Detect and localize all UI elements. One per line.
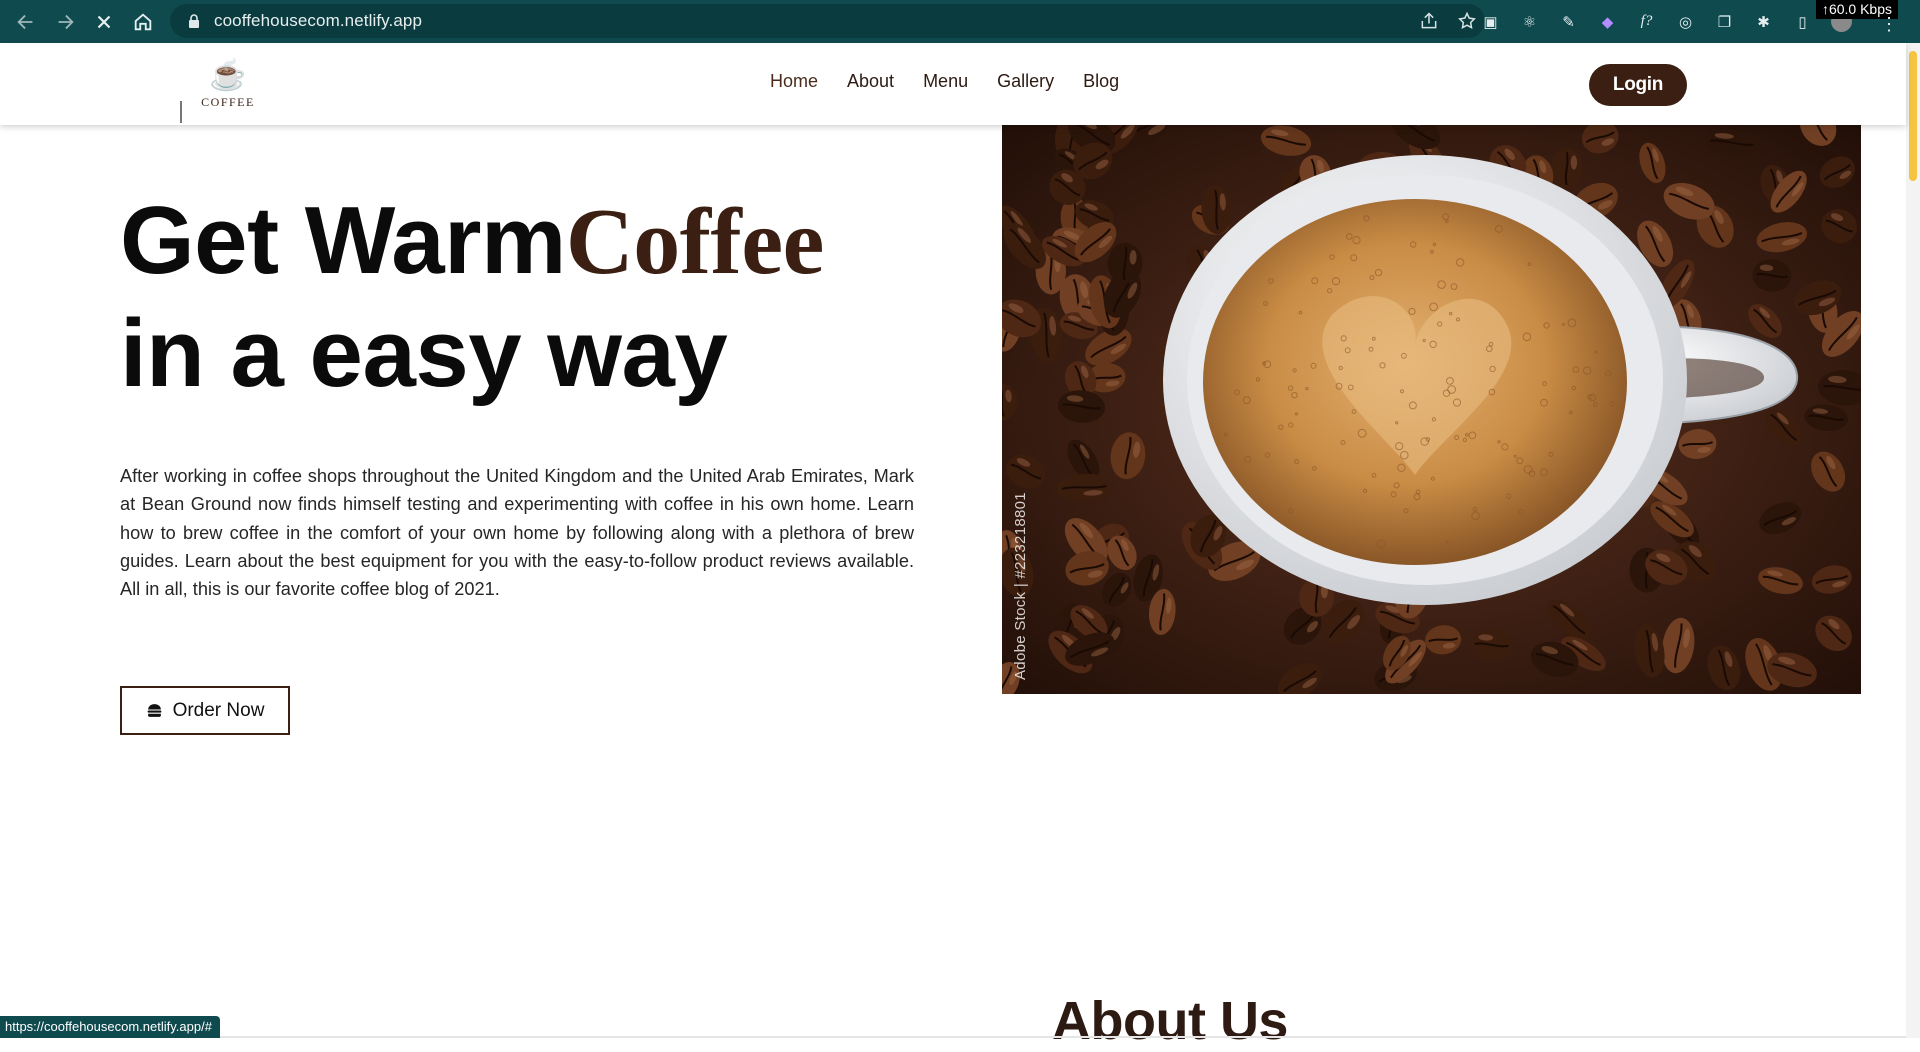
color-picker-icon[interactable]: ✎ — [1558, 11, 1579, 32]
forward-button[interactable] — [45, 2, 84, 41]
hero-title: Get WarmCoffee in a easy way — [120, 185, 824, 410]
page-scrollbar[interactable] — [1906, 43, 1920, 1038]
target-icon[interactable]: ◎ — [1675, 11, 1696, 32]
nav-home[interactable]: Home — [770, 71, 818, 92]
picture-in-picture-icon[interactable]: ▣ — [1480, 11, 1501, 32]
link-status-bubble: https://cooffehousecom.netlify.app/# — [0, 1016, 220, 1038]
site-logo[interactable]: ☕ COFFEE — [180, 61, 276, 127]
puzzle-icon[interactable]: ✱ — [1753, 11, 1774, 32]
order-now-button[interactable]: Order Now — [120, 686, 290, 735]
main-nav: Home About Menu Gallery Blog — [770, 71, 1119, 92]
order-now-label: Order Now — [172, 699, 265, 721]
stop-loading-button[interactable] — [84, 2, 123, 41]
hero-coffee-image — [1002, 125, 1861, 694]
coffee-photo — [1002, 125, 1861, 694]
scrollbar-thumb[interactable] — [1909, 51, 1917, 181]
nav-gallery[interactable]: Gallery — [997, 71, 1054, 92]
share-icon[interactable] — [1419, 11, 1439, 31]
more-menu-icon[interactable]: ⋮ — [1880, 14, 1898, 35]
close-icon — [97, 15, 110, 28]
hero-title-line2: in a easy way — [120, 300, 728, 407]
logo-divider — [180, 101, 182, 123]
hero-title-accent: Coffee — [565, 190, 824, 294]
login-button[interactable]: Login — [1589, 64, 1687, 106]
home-button[interactable] — [123, 2, 162, 41]
back-button[interactable] — [6, 2, 45, 41]
extension-purple-icon[interactable]: ◆ — [1597, 11, 1618, 32]
extensions-area: ▣ ⚛ ✎ ◆ f? ◎ ❐ ✱ ▯ — [1480, 0, 1852, 43]
hero-description: After working in coffee shops throughout… — [120, 466, 914, 600]
url-text: cooffehousecom.netlify.app — [214, 11, 422, 30]
tab-manager-icon[interactable]: ❐ — [1714, 11, 1735, 32]
coffee-cup-icon: ☕ — [209, 59, 247, 92]
lock-icon — [189, 14, 199, 28]
nav-menu[interactable]: Menu — [923, 71, 968, 92]
hero-title-part1: Get Warm — [120, 187, 566, 294]
font-inspector-icon[interactable]: f? — [1636, 11, 1657, 32]
burger-icon — [147, 704, 161, 717]
forward-arrow-icon — [58, 14, 74, 29]
bookmark-star-icon[interactable] — [1457, 11, 1477, 31]
back-arrow-icon — [16, 14, 32, 29]
address-bar[interactable]: cooffehousecom.netlify.app — [170, 4, 1485, 38]
nav-blog[interactable]: Blog — [1083, 71, 1119, 92]
image-watermark: Adobe Stock | #223218801 — [1012, 492, 1029, 680]
browser-toolbar: cooffehousecom.netlify.app ▣ ⚛ ✎ ◆ f? ◎ … — [0, 0, 1920, 43]
about-title: About Us — [1052, 991, 1288, 1051]
nav-about[interactable]: About — [847, 71, 894, 92]
react-devtools-icon[interactable]: ⚛ — [1519, 11, 1540, 32]
sidebar-icon[interactable]: ▯ — [1792, 11, 1813, 32]
logo-text: COFFEE — [201, 95, 255, 109]
site-header: ☕ COFFEE Home About Menu Gallery Blog Lo… — [0, 43, 1906, 125]
coffee-bean — [1550, 148, 1583, 189]
home-icon — [134, 12, 151, 30]
